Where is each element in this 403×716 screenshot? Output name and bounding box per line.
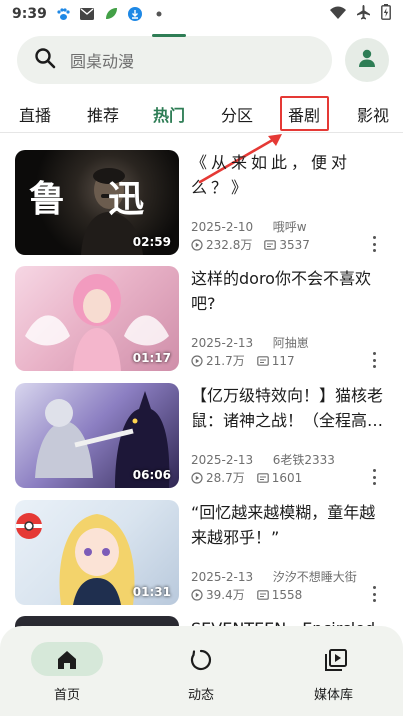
annotation-highlight-box: [280, 96, 329, 131]
nav-item-activity[interactable]: 动态: [142, 626, 262, 716]
play-count-icon: [191, 238, 203, 251]
video-card[interactable]: 鲁 迅 02:59 《从来如此，便对么？》 2025-2-10 哦呼w 232.…: [0, 150, 403, 255]
danmaku-count: 1558: [271, 587, 303, 602]
video-author: 哦呼w: [272, 220, 307, 234]
video-meta: 2025-2-13 阿抽崽: [191, 334, 309, 351]
refresh-circle-icon: [190, 649, 212, 671]
danmaku-count: 1601: [271, 470, 303, 485]
tab-categories[interactable]: 分区: [221, 102, 253, 126]
airplane-mode-icon: [356, 4, 371, 24]
video-author: 汐汐不想睡大街: [272, 570, 357, 584]
paw-notification-icon: [55, 6, 71, 22]
active-tab-indicator: [152, 34, 186, 37]
video-title[interactable]: 《从来如此，便对么？》: [191, 150, 391, 200]
more-notifications-dot-icon: [151, 6, 167, 22]
tab-popular[interactable]: 热门: [153, 102, 185, 126]
video-stats: 39.4万 1558: [191, 586, 302, 603]
danmaku-count: 117: [271, 353, 295, 368]
video-date: 2025-2-13: [191, 453, 254, 467]
danmaku-count-icon: [256, 589, 269, 600]
nav-item-media-library[interactable]: 媒体库: [276, 626, 396, 716]
more-options-button[interactable]: [368, 469, 380, 485]
battery-icon: [381, 4, 391, 24]
view-count: 39.4万: [206, 588, 245, 602]
video-duration: 01:17: [132, 351, 171, 365]
video-date: 2025-2-13: [191, 570, 254, 584]
danmaku-count: 3537: [279, 237, 310, 252]
video-duration: 06:06: [132, 468, 171, 482]
wifi-icon: [330, 6, 346, 23]
home-icon: [58, 651, 76, 669]
bottom-navigation: 首页 动态 媒体库: [0, 626, 403, 716]
play-count-icon: [191, 588, 203, 601]
status-time: 9:39: [12, 6, 47, 22]
more-options-button[interactable]: [368, 586, 380, 602]
video-duration: 02:59: [132, 235, 171, 249]
video-thumbnail[interactable]: 01:31: [15, 500, 179, 605]
mail-notification-icon: [79, 6, 95, 22]
user-avatar-button[interactable]: [345, 38, 389, 82]
danmaku-count-icon: [264, 239, 277, 250]
search-icon: [34, 47, 56, 73]
video-card[interactable]: 01:31 “回忆越来越模糊，童年越来越邪乎！” 2025-2-13 汐汐不想睡…: [0, 500, 403, 605]
video-author: 阿抽崽: [272, 336, 309, 350]
video-meta: 2025-2-13 6老铁2333: [191, 451, 335, 468]
more-options-button[interactable]: [368, 236, 380, 252]
nav-item-home[interactable]: 首页: [19, 626, 139, 716]
media-library-icon: [325, 649, 347, 671]
search-placeholder: 圆桌动漫: [70, 52, 135, 71]
status-bar: 9:39: [0, 0, 403, 28]
video-meta: 2025-2-10 哦呼w: [191, 218, 307, 235]
play-count-icon: [191, 354, 203, 367]
view-count: 21.7万: [206, 354, 245, 368]
danmaku-count-icon: [256, 355, 269, 366]
tab-live[interactable]: 直播: [19, 102, 51, 126]
category-tabs: 直播 推荐 热门 分区 番剧 影视: [0, 96, 403, 132]
view-count: 232.8万: [206, 238, 253, 252]
search-input[interactable]: 圆桌动漫: [17, 36, 332, 84]
play-count-icon: [191, 471, 203, 484]
video-duration: 01:31: [132, 585, 171, 599]
nav-label: 媒体库: [314, 688, 354, 703]
nav-label: 动态: [188, 688, 215, 703]
more-options-button[interactable]: [368, 352, 380, 368]
video-author: 6老铁2333: [272, 453, 335, 467]
video-title[interactable]: “回忆越来越模糊，童年越来越邪乎！”: [191, 500, 391, 550]
tab-film-tv[interactable]: 影视: [357, 102, 389, 126]
video-thumbnail[interactable]: 鲁 迅 02:59: [15, 150, 179, 255]
video-thumbnail[interactable]: 01:17: [15, 266, 179, 371]
video-card[interactable]: 06:06 【亿万级特效向！】猫核老鼠：诸神之战！（全程高… 2025-2-13…: [0, 383, 403, 488]
video-meta: 2025-2-13 汐汐不想睡大街: [191, 568, 357, 585]
view-count: 28.7万: [206, 471, 245, 485]
video-title[interactable]: 【亿万级特效向！】猫核老鼠：诸神之战！（全程高…: [191, 383, 391, 433]
danmaku-count-icon: [256, 472, 269, 483]
video-date: 2025-2-13: [191, 336, 254, 350]
download-notification-icon: [127, 6, 143, 22]
video-stats: 21.7万 117: [191, 352, 295, 369]
tab-recommended[interactable]: 推荐: [87, 102, 119, 126]
person-icon: [357, 48, 377, 72]
video-stats: 232.8万 3537: [191, 236, 310, 253]
leaf-notification-icon: [103, 6, 119, 22]
nav-label: 首页: [54, 688, 81, 703]
thumbnail-caption: 鲁 迅: [29, 178, 151, 220]
video-thumbnail[interactable]: 06:06: [15, 383, 179, 488]
video-date: 2025-2-10: [191, 220, 254, 234]
video-stats: 28.7万 1601: [191, 469, 302, 486]
video-title[interactable]: 这样的doro你不会不喜欢吧?: [191, 266, 391, 316]
video-card[interactable]: 01:17 这样的doro你不会不喜欢吧? 2025-2-13 阿抽崽 21.7…: [0, 266, 403, 371]
